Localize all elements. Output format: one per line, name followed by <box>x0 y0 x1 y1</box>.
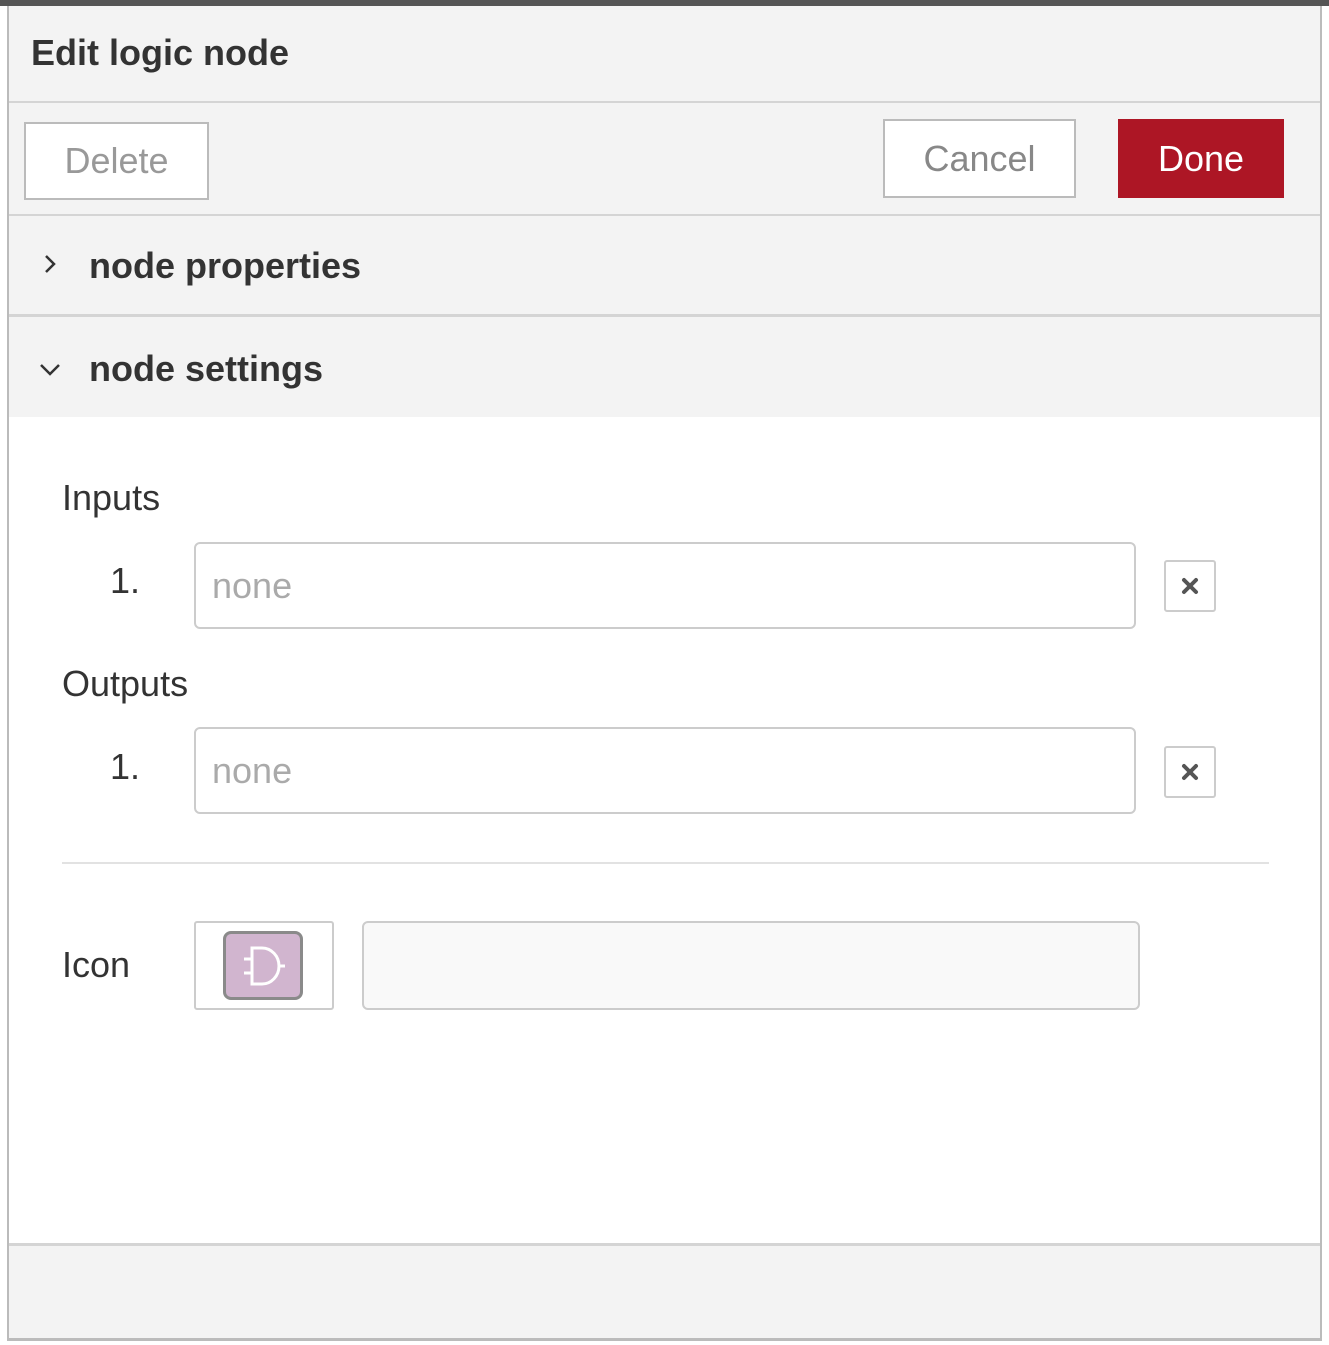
icon-label: Icon <box>62 944 131 985</box>
edit-tray: Edit logic node Delete Cancel Done node … <box>9 6 1320 1340</box>
icon-path-field[interactable] <box>362 921 1140 1010</box>
section-node-properties[interactable]: node properties <box>9 216 1320 317</box>
input-row-number: 1. <box>110 560 141 601</box>
section-label-node-settings: node settings <box>89 348 324 389</box>
section-label-node-properties: node properties <box>89 245 362 286</box>
tray-toolbar: Delete Cancel Done <box>9 103 1320 216</box>
remove-input-button[interactable] <box>1164 560 1216 612</box>
chevron-down-icon <box>40 364 60 376</box>
inputs-label: Inputs <box>62 477 161 518</box>
node-settings-content: Inputs 1. Outputs 1. Icon <box>9 417 1320 1243</box>
dialog-title: Edit logic node <box>31 32 289 73</box>
done-button[interactable]: Done <box>1118 119 1284 198</box>
logic-and-gate-icon <box>244 946 285 986</box>
bottom-border <box>7 1338 1322 1341</box>
output-name-field[interactable] <box>194 727 1136 814</box>
outputs-label: Outputs <box>62 663 189 704</box>
right-margin <box>1322 6 1329 1345</box>
tray-header: Edit logic node <box>9 6 1320 103</box>
section-node-settings[interactable]: node settings <box>9 317 1320 417</box>
delete-button[interactable]: Delete <box>24 122 209 200</box>
chevron-right-icon <box>45 255 56 273</box>
icon-picker-button[interactable] <box>194 921 334 1010</box>
remove-output-button[interactable] <box>1164 746 1216 798</box>
close-icon <box>1182 578 1198 594</box>
section-divider <box>62 862 1269 864</box>
node-icon-tile <box>223 931 303 1000</box>
input-name-field[interactable] <box>194 542 1136 629</box>
tray-footer <box>9 1243 1320 1340</box>
output-row-number: 1. <box>110 746 141 787</box>
close-icon <box>1182 764 1198 780</box>
cancel-button[interactable]: Cancel <box>883 119 1076 198</box>
